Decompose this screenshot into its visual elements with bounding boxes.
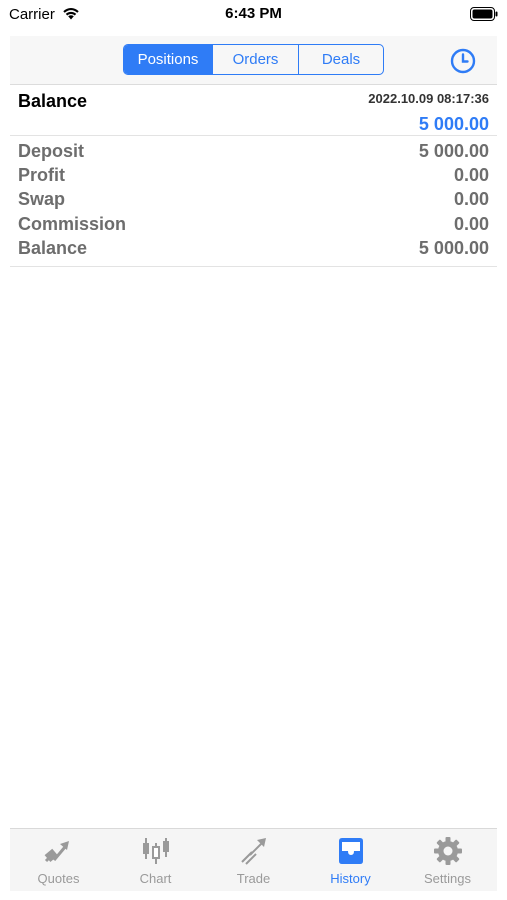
segmented-control: Positions Orders Deals [123,44,384,75]
summary-row-deposit: Deposit 5 000.00 [18,141,489,165]
entry-amount: 5 000.00 [418,114,489,134]
summary-label: Swap [18,189,66,209]
tabbar-label: Trade [236,871,271,886]
bottom-tab-bar: Quotes Chart Trade History Settings [10,828,497,891]
quotes-arrow-icon [44,841,69,863]
entry-datetime: 2022.10.09 08:17:36 [368,91,489,106]
balance-entry-row[interactable]: Balance 2022.10.09 08:17:36 5 000.00 [10,85,497,136]
status-bar: Carrier 6:43 PM [0,0,507,30]
top-header: Positions Orders Deals [10,36,497,85]
summary-row-profit: Profit 0.00 [18,165,489,189]
summary-label: Profit [18,165,65,185]
tabbar-item-history[interactable]: History [302,829,399,891]
tabbar-label: Chart [139,871,172,886]
candlestick-icon [143,838,169,864]
clock-icon[interactable] [450,48,476,74]
tab-positions[interactable]: Positions [124,45,212,74]
tabbar-item-settings[interactable]: Settings [399,829,496,891]
summary-value: 5 000.00 [418,141,489,161]
trade-arrow-icon [241,838,266,865]
battery-icon [470,7,498,21]
gear-icon [434,837,462,865]
tabbar-label: Quotes [37,871,80,886]
inbox-tray-icon [339,838,363,864]
summary-row-commission: Commission 0.00 [18,214,489,238]
tabbar-label: History [330,871,371,886]
tabbar-label: Settings [424,871,471,886]
summary-value: 0.00 [453,214,489,234]
summary-block: Deposit 5 000.00 Profit 0.00 Swap 0.00 C… [10,139,497,267]
history-screen: Positions Orders Deals Balance 2022.10.0… [10,36,497,891]
tab-deals[interactable]: Deals [298,45,383,74]
summary-row-balance: Balance 5 000.00 [18,238,489,262]
summary-value: 0.00 [453,165,489,185]
tabbar-item-trade[interactable]: Trade [205,829,302,891]
entry-title: Balance [18,91,88,111]
summary-row-swap: Swap 0.00 [18,189,489,213]
tabbar-item-chart[interactable]: Chart [107,829,204,891]
tab-orders[interactable]: Orders [212,45,298,74]
summary-value: 0.00 [453,189,489,209]
summary-label: Balance [18,238,88,258]
summary-label: Deposit [18,141,85,161]
summary-value: 5 000.00 [418,238,489,258]
tabbar-item-quotes[interactable]: Quotes [10,829,107,891]
summary-label: Commission [18,214,127,234]
status-time: 6:43 PM [225,5,282,22]
